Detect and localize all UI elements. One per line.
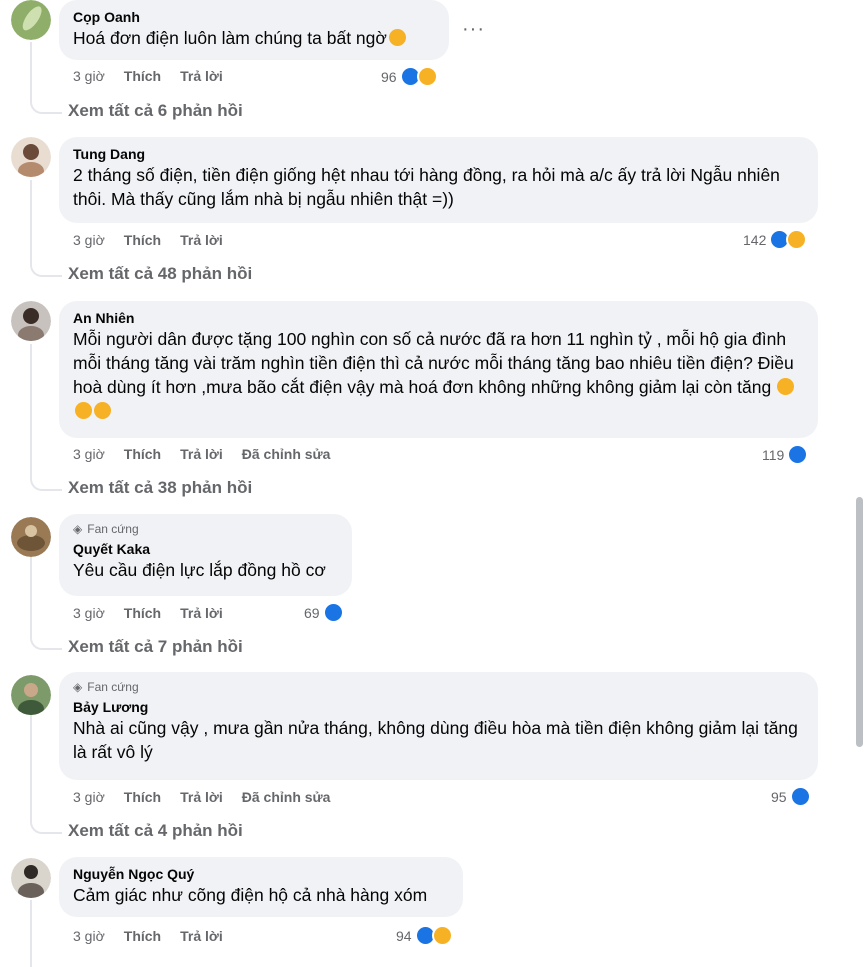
reaction-summary[interactable]: 95	[771, 786, 811, 807]
reply-button[interactable]: Trả lời	[180, 605, 223, 621]
avatar[interactable]	[11, 858, 51, 898]
rofl-emoji-icon	[388, 29, 406, 46]
thread-line	[30, 715, 32, 818]
like-button[interactable]: Thích	[124, 232, 161, 248]
comment-actions: 3 giờ Thích Trả lời	[73, 232, 242, 248]
like-icon	[322, 602, 344, 623]
comment-time[interactable]: 3 giờ	[73, 928, 105, 944]
like-button[interactable]: Thích	[124, 928, 161, 944]
reply-button[interactable]: Trả lời	[180, 68, 223, 84]
comment-author[interactable]: An Nhiên	[73, 309, 804, 327]
reply-button[interactable]: Trả lời	[180, 232, 223, 248]
comment-time[interactable]: 3 giờ	[73, 68, 105, 84]
comment-actions: 3 giờ Thích Trả lời	[73, 928, 242, 944]
comment-time[interactable]: 3 giờ	[73, 605, 105, 621]
view-replies-link[interactable]: Xem tất cả 38 phản hồi	[68, 478, 252, 498]
comment-bubble: Tung Dang 2 tháng số điện, tiền điện giố…	[59, 137, 818, 223]
reply-button[interactable]: Trả lời	[180, 928, 223, 944]
avatar[interactable]	[11, 675, 51, 715]
comment-text: 2 tháng số điện, tiền điện giống hệt nha…	[73, 165, 780, 209]
scrollbar[interactable]	[856, 497, 863, 747]
comment-bubble: Nguyễn Ngọc Quý Cảm giác như cõng điện h…	[59, 857, 463, 917]
comment-bubble: ◈ Fan cứng Quyết Kaka Yêu cầu điện lực l…	[59, 514, 352, 596]
comment-author[interactable]: Quyết Kaka	[73, 540, 338, 558]
comment-actions: 3 giờ Thích Trả lời Đã chỉnh sửa	[73, 446, 349, 462]
avatar[interactable]	[11, 0, 51, 40]
comment-time[interactable]: 3 giờ	[73, 446, 105, 462]
avatar[interactable]	[11, 517, 51, 557]
thread-curve	[30, 475, 62, 491]
reply-button[interactable]: Trả lời	[180, 446, 223, 462]
thread-curve	[30, 98, 62, 114]
comment-time[interactable]: 3 giờ	[73, 789, 105, 805]
crying-emoji-icon	[777, 378, 795, 395]
haha-icon	[416, 66, 438, 87]
comment-time[interactable]: 3 giờ	[73, 232, 105, 248]
reaction-count: 119	[762, 446, 785, 463]
comment-actions: 3 giờ Thích Trả lời	[73, 605, 242, 621]
reaction-count: 142	[743, 231, 767, 248]
like-button[interactable]: Thích	[124, 68, 161, 84]
comment-text: Mỗi người dân được tặng 100 nghìn con số…	[73, 329, 794, 397]
reaction-count: 96	[381, 68, 397, 85]
thread-line	[30, 42, 32, 98]
like-button[interactable]: Thích	[124, 605, 161, 621]
reaction-summary[interactable]: 96	[381, 66, 438, 87]
view-replies-link[interactable]: Xem tất cả 4 phản hồi	[68, 821, 243, 841]
reaction-summary[interactable]: 69	[304, 602, 344, 623]
fan-badge[interactable]: Fan cứng	[87, 680, 138, 694]
diamond-icon: ◈	[73, 680, 83, 694]
view-replies-link[interactable]: Xem tất cả 6 phản hồi	[68, 101, 243, 121]
like-icon	[787, 444, 809, 465]
comment-author[interactable]: Bảy Lương	[73, 698, 804, 716]
avatar[interactable]	[11, 301, 51, 341]
diamond-icon: ◈	[73, 522, 83, 536]
view-replies-link[interactable]: Xem tất cả 7 phản hồi	[68, 637, 243, 657]
comment-actions: 3 giờ Thích Trả lời Đã chỉnh sửa	[73, 789, 349, 805]
comment-author[interactable]: Cọp Oanh	[73, 8, 435, 26]
badge-row: ◈ Fan cứng	[73, 522, 338, 536]
like-button[interactable]: Thích	[124, 789, 161, 805]
view-replies-link[interactable]: Xem tất cả 48 phản hồi	[68, 264, 252, 284]
crying-emoji-icon	[94, 402, 111, 419]
comment-text: Nhà ai cũng vậy , mưa gần nửa tháng, khô…	[73, 718, 798, 762]
fan-badge[interactable]: Fan cứng	[87, 522, 138, 536]
comment-bubble: Cọp Oanh Hoá đơn điện luôn làm chúng ta …	[59, 0, 449, 60]
thread-curve	[30, 818, 62, 834]
edited-label[interactable]: Đã chỉnh sửa	[242, 789, 331, 805]
reaction-count: 94	[396, 927, 412, 944]
like-icon	[789, 786, 811, 807]
haha-icon	[786, 229, 808, 250]
comment-text: Hoá đơn điện luôn làm chúng ta bất ngờ	[73, 28, 387, 48]
reaction-summary[interactable]: 94	[396, 925, 453, 946]
comment-author[interactable]: Nguyễn Ngọc Quý	[73, 865, 449, 883]
thread-curve	[30, 634, 62, 650]
reaction-summary[interactable]: 142	[743, 229, 808, 250]
comment-bubble: An Nhiên Mỗi người dân được tặng 100 ngh…	[59, 301, 818, 438]
edited-label[interactable]: Đã chỉnh sửa	[242, 446, 331, 462]
badge-row: ◈ Fan cứng	[73, 680, 804, 694]
haha-icon	[431, 925, 453, 946]
reaction-count: 95	[771, 788, 787, 805]
more-horizontal-icon[interactable]: ···	[462, 18, 485, 41]
crying-emoji-icon	[75, 402, 92, 419]
avatar[interactable]	[11, 137, 51, 177]
comment-bubble: ◈ Fan cứng Bảy Lương Nhà ai cũng vậy , m…	[59, 672, 818, 780]
comment-actions: 3 giờ Thích Trả lời	[73, 68, 242, 84]
comment-text: Yêu cầu điện lực lắp đồng hồ cơ	[73, 560, 326, 580]
thread-line	[30, 900, 32, 967]
reaction-count: 69	[304, 604, 320, 621]
thread-curve	[30, 261, 62, 277]
thread-line	[30, 557, 32, 634]
comment-text: Cảm giác như cõng điện hộ cả nhà hàng xó…	[73, 885, 428, 905]
comment-author[interactable]: Tung Dang	[73, 145, 804, 163]
reply-button[interactable]: Trả lời	[180, 789, 223, 805]
thread-line	[30, 180, 32, 261]
like-button[interactable]: Thích	[124, 446, 161, 462]
reaction-summary[interactable]: 119	[762, 444, 809, 465]
thread-line	[30, 344, 32, 475]
